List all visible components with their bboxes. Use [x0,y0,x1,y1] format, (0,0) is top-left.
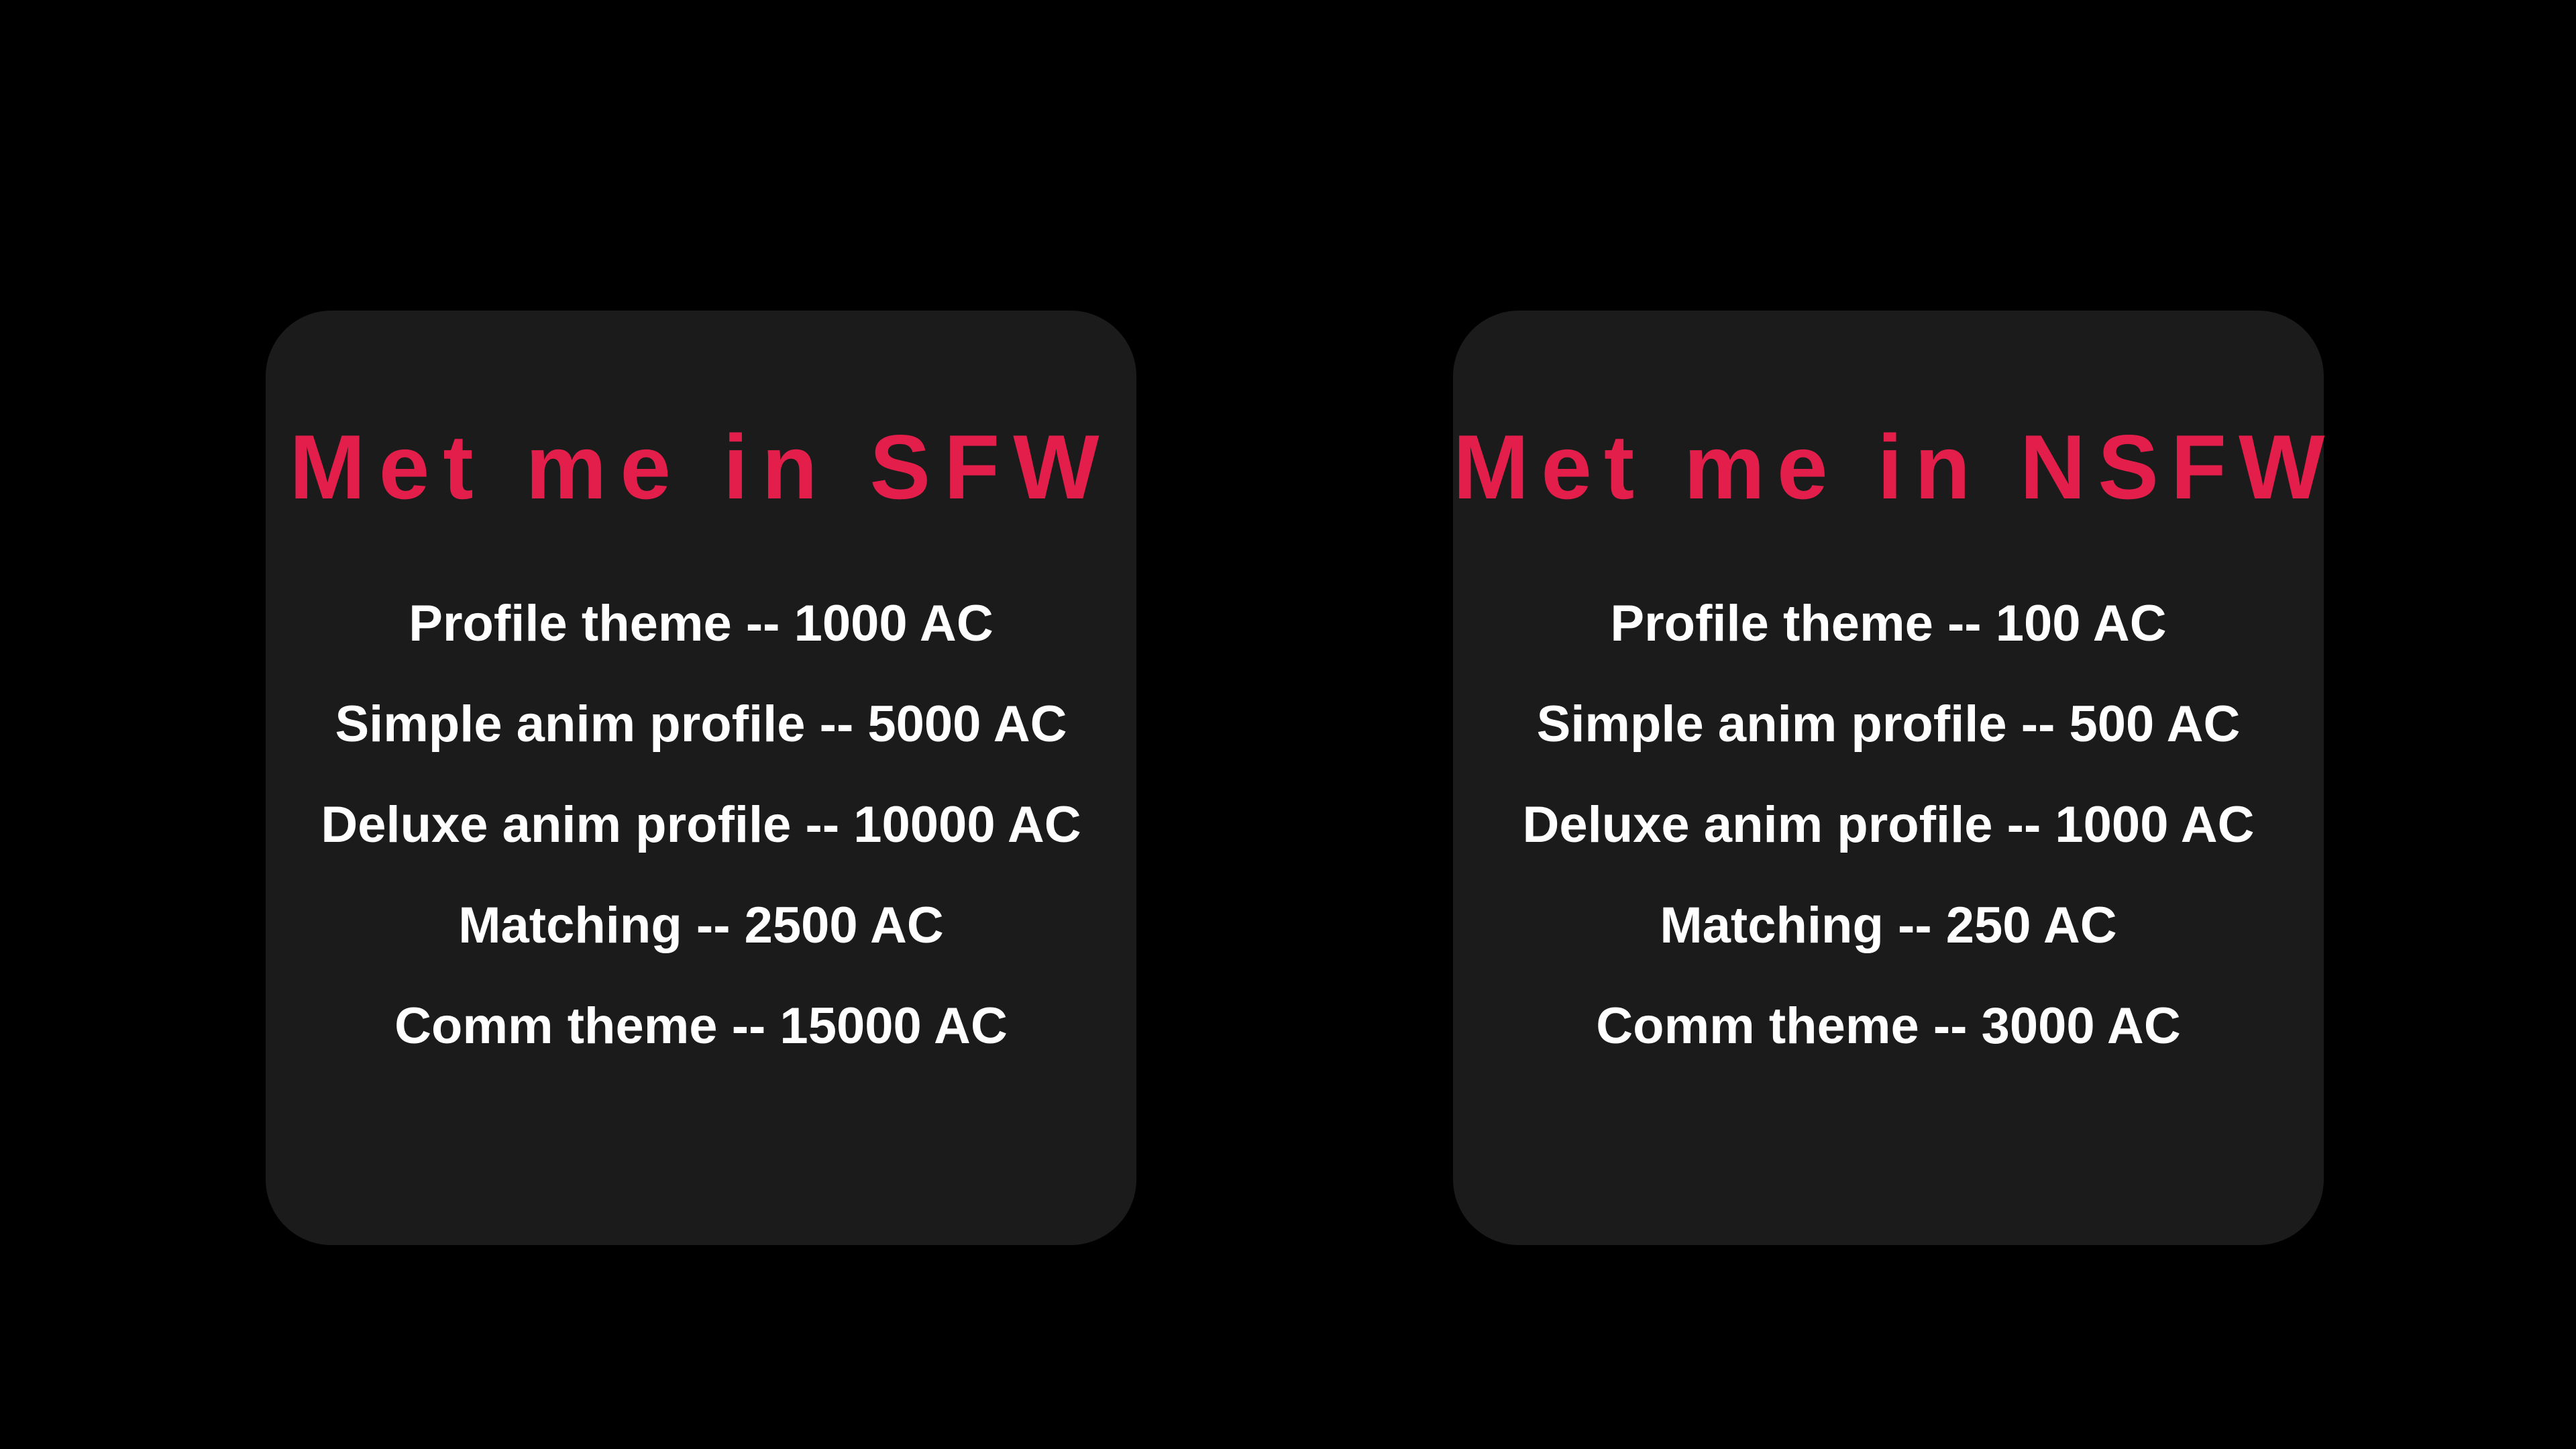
nsfw-price-card: Met me in NSFW Profile theme -- 100 AC S… [1453,311,2324,1245]
nsfw-price-list: Profile theme -- 100 AC Simple anim prof… [1453,574,2324,1077]
sfw-price-list: Profile theme -- 1000 AC Simple anim pro… [266,574,1136,1077]
nsfw-card-title: Met me in NSFW [1453,416,2337,518]
nsfw-price-item-comm-theme: Comm theme -- 3000 AC [1596,998,2181,1055]
sfw-card-title: Met me in SFW [289,416,1113,518]
sfw-price-item-comm-theme: Comm theme -- 15000 AC [394,998,1008,1055]
sfw-price-item-profile-theme: Profile theme -- 1000 AC [409,595,994,652]
nsfw-price-item-deluxe-anim-profile: Deluxe anim profile -- 1000 AC [1522,796,2255,853]
sfw-price-item-matching: Matching -- 2500 AC [458,897,944,954]
nsfw-price-item-simple-anim-profile: Simple anim profile -- 500 AC [1536,696,2241,753]
nsfw-price-item-matching: Matching -- 250 AC [1660,897,2117,954]
price-list-canvas: Met me in SFW Profile theme -- 1000 AC S… [0,0,2576,1449]
sfw-price-item-simple-anim-profile: Simple anim profile -- 5000 AC [335,696,1067,753]
sfw-price-card: Met me in SFW Profile theme -- 1000 AC S… [266,311,1136,1245]
nsfw-price-item-profile-theme: Profile theme -- 100 AC [1610,595,2167,652]
sfw-price-item-deluxe-anim-profile: Deluxe anim profile -- 10000 AC [321,796,1081,853]
